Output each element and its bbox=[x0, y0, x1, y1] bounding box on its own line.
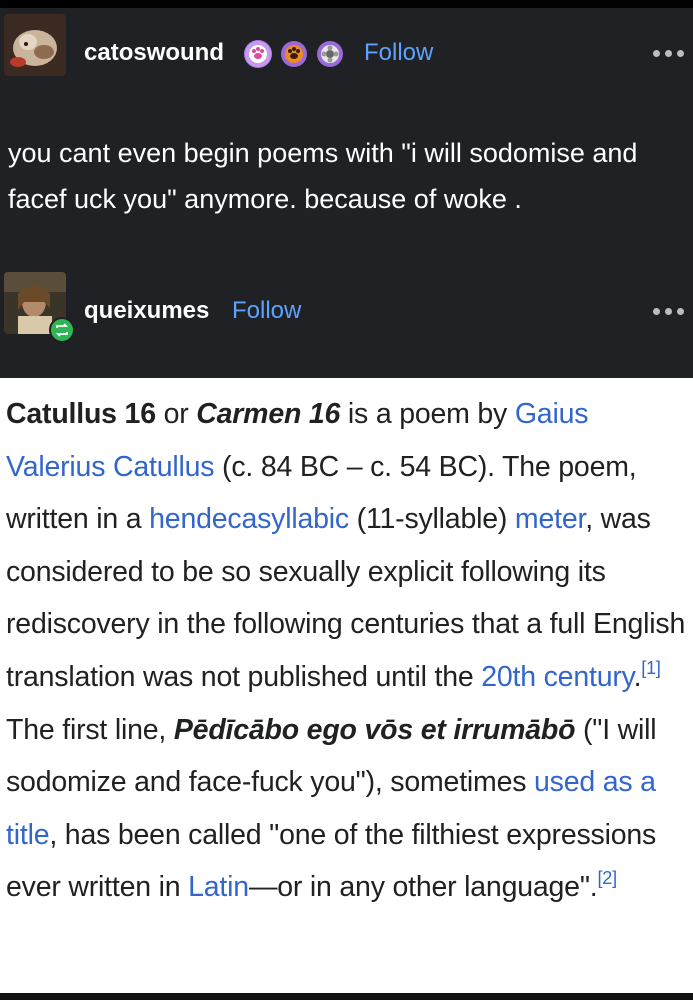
tumblr-post-thread: catoswound Follow you cant even begin po… bbox=[0, 8, 693, 378]
more-options-icon[interactable] bbox=[651, 43, 687, 63]
text-run: or bbox=[155, 398, 197, 430]
more-options-icon[interactable] bbox=[651, 301, 687, 321]
alt-title: Carmen 16 bbox=[196, 398, 341, 430]
text-run: (11-syllable) bbox=[348, 503, 515, 536]
username-catoswound[interactable]: catoswound bbox=[84, 39, 224, 67]
top-edge bbox=[0, 0, 693, 8]
text-run: The first line, bbox=[6, 713, 174, 746]
link-latin[interactable]: Latin bbox=[188, 871, 249, 903]
username-queixumes[interactable]: queixumes bbox=[84, 297, 209, 325]
citation-1[interactable]: [1] bbox=[641, 658, 661, 678]
wikipedia-paragraph: Catullus 16 or Carmen 16 is a poem by Ga… bbox=[6, 388, 690, 914]
latin-first-line: Pēdīcābo ego vōs et irrumābō bbox=[173, 713, 576, 746]
wikipedia-excerpt-image: Catullus 16 or Carmen 16 is a poem by Ga… bbox=[0, 378, 693, 993]
follow-button-catoswound[interactable]: Follow bbox=[364, 39, 433, 67]
bottom-edge bbox=[0, 993, 693, 1000]
avatar-catoswound[interactable] bbox=[4, 14, 66, 76]
flower-badge-icon bbox=[316, 40, 344, 68]
post-header-catoswound: catoswound Follow bbox=[0, 14, 693, 84]
link-hendecasyllabic[interactable]: hendecasyllabic bbox=[149, 503, 349, 535]
text-run: —or in any other language". bbox=[248, 871, 598, 904]
post-header-queixumes: queixumes Follow bbox=[0, 272, 693, 343]
link-meter[interactable]: meter bbox=[515, 503, 585, 535]
citation-2[interactable]: [2] bbox=[597, 868, 617, 888]
paw-badge-icon bbox=[280, 40, 308, 68]
article-title: Catullus 16 bbox=[6, 398, 156, 430]
post-body-catoswound: you cant even begin poems with "i will s… bbox=[8, 138, 638, 214]
follow-button-queixumes[interactable]: Follow bbox=[232, 297, 301, 325]
paw-badge-icon bbox=[244, 40, 272, 68]
reblog-icon bbox=[49, 317, 75, 343]
link-20th-century[interactable]: 20th century bbox=[481, 661, 634, 693]
text-run: is a poem by bbox=[340, 398, 515, 430]
